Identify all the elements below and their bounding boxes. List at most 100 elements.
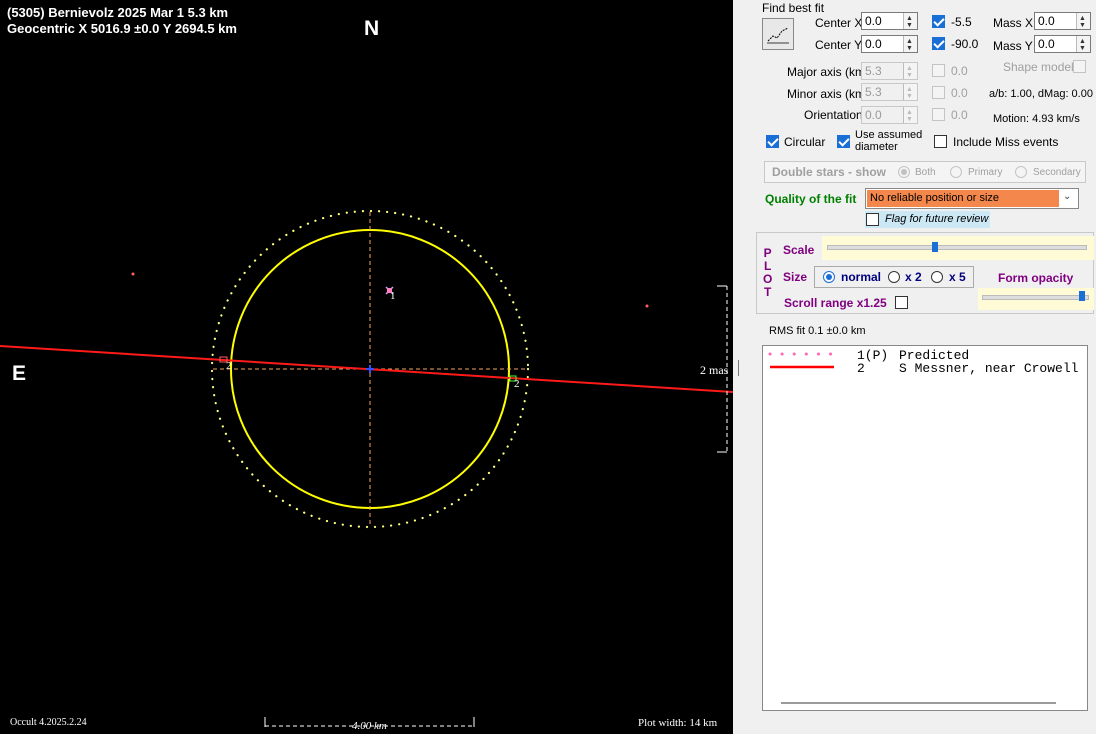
horizontal-scrollbar[interactable] bbox=[781, 702, 1056, 704]
find-best-fit-label: Find best fit bbox=[762, 1, 825, 15]
orientation-label: Orientation bbox=[804, 108, 863, 122]
plot-svg bbox=[0, 209, 733, 727]
minor-axis-label: Minor axis (km) bbox=[787, 87, 870, 101]
major-axis-label: Major axis (km) bbox=[787, 65, 870, 79]
center-x-value: 0.0 bbox=[865, 14, 882, 28]
major-axis-checkbox[interactable] bbox=[932, 64, 945, 77]
shape-model-label: Shape model bbox=[1003, 60, 1074, 74]
scale-slider-thumb[interactable] bbox=[932, 242, 939, 252]
list-item-2-num: 2 bbox=[857, 361, 865, 376]
include-miss-checkbox[interactable] bbox=[934, 135, 947, 148]
orientation-stepper[interactable]: ▲ ▼ bbox=[903, 107, 917, 123]
double-both-radio[interactable] bbox=[898, 166, 910, 178]
opacity-slider-thumb[interactable] bbox=[1078, 291, 1085, 301]
orientation-input[interactable]: 0.0 ▲ ▼ bbox=[861, 106, 918, 124]
mass-y-value: 0.0 bbox=[1038, 37, 1055, 51]
circular-label: Circular bbox=[784, 135, 826, 149]
stray-dot bbox=[131, 272, 135, 276]
size-x5-radio[interactable] bbox=[931, 271, 943, 283]
major-axis-stepper[interactable]: ▲ ▼ bbox=[903, 63, 917, 79]
scroll-range-checkbox[interactable] bbox=[895, 296, 908, 309]
include-miss-label: Include Miss events bbox=[953, 135, 1059, 149]
double-secondary-label: Secondary bbox=[1033, 167, 1081, 178]
center-y-checkbox[interactable] bbox=[932, 37, 945, 50]
use-assumed-text: Use assumed bbox=[855, 129, 923, 141]
size-normal-label: normal bbox=[841, 270, 882, 284]
mass-x-input[interactable]: 0.0 ▲ ▼ bbox=[1034, 12, 1091, 30]
size-x5-label: x 5 bbox=[949, 270, 966, 284]
minor-axis-stepper[interactable]: ▲ ▼ bbox=[903, 84, 917, 100]
double-secondary-radio[interactable] bbox=[1015, 166, 1027, 178]
splitter[interactable] bbox=[733, 0, 755, 734]
size-label: Size bbox=[783, 270, 808, 284]
mass-x-label: Mass X bbox=[993, 16, 1034, 30]
size-x2-label: x 2 bbox=[905, 270, 922, 284]
double-both-label: Both bbox=[915, 167, 936, 178]
orientation-checkbox[interactable] bbox=[932, 108, 945, 121]
diameter-text: diameter bbox=[855, 141, 898, 153]
chord-label-2b: 2 bbox=[514, 378, 520, 390]
opacity-slider-track[interactable] bbox=[982, 295, 1089, 300]
mass-y-input[interactable]: 0.0 ▲ ▼ bbox=[1034, 35, 1091, 53]
scale-label: Scale bbox=[783, 243, 815, 257]
plot-letter-t: T bbox=[764, 285, 772, 299]
scroll-range-label: Scroll range x1.25 bbox=[784, 296, 887, 310]
mass-y-stepper[interactable]: ▲ ▼ bbox=[1076, 36, 1090, 52]
chevron-down-icon: ⌄ bbox=[1063, 191, 1072, 202]
plot-width-label: Plot width: 14 km bbox=[638, 717, 718, 729]
east-label: E bbox=[12, 362, 27, 385]
center-y-input[interactable]: 0.0 ▲ ▼ bbox=[861, 35, 918, 53]
shape-model-checkbox[interactable] bbox=[1073, 60, 1086, 73]
center-y-stepper[interactable]: ▲ ▼ bbox=[903, 36, 917, 52]
form-opacity-label: Form opacity bbox=[998, 271, 1074, 285]
list-item-2-name: S Messner, near Crowell bbox=[899, 361, 1079, 376]
mass-y-label: Mass Y bbox=[993, 39, 1033, 53]
center-x-label: Center X bbox=[815, 16, 863, 30]
mass-x-stepper[interactable]: ▲ ▼ bbox=[1076, 13, 1090, 29]
orientation-value: 0.0 bbox=[865, 108, 882, 122]
minor-axis-checkbox[interactable] bbox=[932, 86, 945, 99]
flag-review-checkbox[interactable] bbox=[866, 213, 879, 226]
double-primary-radio[interactable] bbox=[950, 166, 962, 178]
find-best-fit-button[interactable] bbox=[762, 18, 794, 50]
plot-canvas[interactable]: (5305) Bernievolz 2025 Mar 1 5.3 km Geoc… bbox=[0, 0, 733, 734]
motion-label: Motion: 4.93 km/s bbox=[993, 113, 1080, 125]
north-label: N bbox=[364, 17, 380, 40]
size-normal-radio[interactable] bbox=[823, 271, 835, 283]
mas-scale-label: 2 mas bbox=[700, 363, 729, 377]
orientation-fit-value: 0.0 bbox=[951, 108, 968, 122]
version-label: Occult 4.2025.2.24 bbox=[10, 717, 87, 728]
center-x-checkbox[interactable] bbox=[932, 15, 945, 28]
plot-title-line1: (5305) Bernievolz 2025 Mar 1 5.3 km bbox=[7, 5, 229, 20]
size-x2-radio[interactable] bbox=[888, 271, 900, 283]
flag-review-label: Flag for future review bbox=[885, 213, 989, 225]
quality-label: Quality of the fit bbox=[765, 192, 857, 206]
quality-value: No reliable position or size bbox=[870, 192, 1000, 204]
center-x-fit-value: -5.5 bbox=[951, 15, 972, 29]
rms-fit-label: RMS fit 0.1 ±0.0 km bbox=[769, 325, 866, 337]
minor-axis-fit-value: 0.0 bbox=[951, 86, 968, 100]
minor-axis-input[interactable]: 5.3 ▲ ▼ bbox=[861, 83, 918, 101]
use-assumed-diameter-checkbox[interactable] bbox=[837, 135, 850, 148]
splitter-grip bbox=[738, 360, 739, 376]
plot-title-line2: Geocentric X 5016.9 ±0.0 Y 2694.5 km bbox=[7, 21, 237, 36]
center-x-stepper[interactable]: ▲ ▼ bbox=[903, 13, 917, 29]
observer-list[interactable]: 1(P) Predicted 2 S Messner, near Crowell bbox=[762, 345, 1088, 711]
double-stars-label: Double stars - show bbox=[772, 165, 887, 179]
predicted-line-sample bbox=[768, 352, 836, 369]
chord-label-2a: 2 bbox=[226, 360, 232, 372]
quality-dropdown[interactable]: No reliable position or size ⌄ bbox=[865, 188, 1079, 209]
center-y-value: 0.0 bbox=[865, 37, 882, 51]
double-primary-label: Primary bbox=[968, 167, 1003, 178]
scale-slider-track[interactable] bbox=[827, 245, 1087, 250]
stray-dot bbox=[645, 304, 649, 308]
km-scale-label: 4.00 km bbox=[352, 720, 387, 732]
minor-axis-value: 5.3 bbox=[865, 85, 882, 99]
major-axis-input[interactable]: 5.3 ▲ ▼ bbox=[861, 62, 918, 80]
circular-checkbox[interactable] bbox=[766, 135, 779, 148]
center-x-input[interactable]: 0.0 ▲ ▼ bbox=[861, 12, 918, 30]
center-y-fit-value: -90.0 bbox=[951, 37, 979, 51]
plot-vertical-label: P L O T bbox=[763, 247, 772, 299]
chord-label-1: 1 bbox=[390, 290, 396, 302]
fit-graph-icon bbox=[767, 27, 789, 44]
